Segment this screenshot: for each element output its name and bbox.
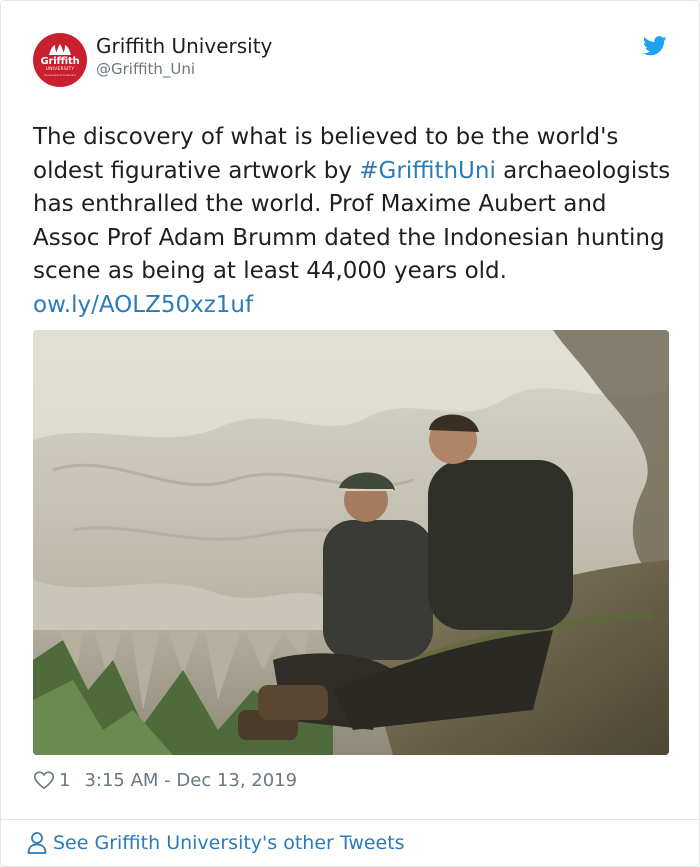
tweet-photo[interactable] bbox=[33, 330, 669, 755]
like-count[interactable]: 1 bbox=[59, 770, 70, 791]
griffith-logo-mark bbox=[49, 43, 71, 55]
embedded-tweet-card: Griffith UNIVERSITY Queensland Australia… bbox=[0, 0, 700, 867]
see-other-tweets-link[interactable]: See Griffith University's other Tweets bbox=[27, 829, 405, 857]
heart-icon[interactable] bbox=[33, 769, 55, 791]
tweet-meta: 1 3:15 AM - Dec 13, 2019 bbox=[33, 765, 297, 795]
see-other-tweets-label[interactable]: See Griffith University's other Tweets bbox=[53, 832, 405, 854]
avatar-logo-text: Griffith bbox=[40, 55, 80, 67]
author-handle[interactable]: @Griffith_Uni bbox=[96, 60, 195, 78]
person-icon bbox=[27, 832, 47, 854]
avatar-logo-tiny: Queensland Australia bbox=[43, 72, 77, 77]
tweet-timestamp[interactable]: 3:15 AM - Dec 13, 2019 bbox=[84, 770, 297, 791]
twitter-bird-icon[interactable] bbox=[643, 35, 667, 57]
author-display-name[interactable]: Griffith University bbox=[96, 34, 272, 58]
url-link[interactable]: ow.ly/AOLZ50xz1uf bbox=[33, 292, 253, 318]
footer-divider bbox=[1, 819, 699, 820]
hashtag-link[interactable]: #GriffithUni bbox=[359, 158, 496, 184]
tweet-text: The discovery of what is believed to be … bbox=[33, 121, 673, 322]
cave-photo-illustration bbox=[33, 330, 669, 755]
avatar[interactable]: Griffith UNIVERSITY Queensland Australia bbox=[33, 33, 87, 87]
